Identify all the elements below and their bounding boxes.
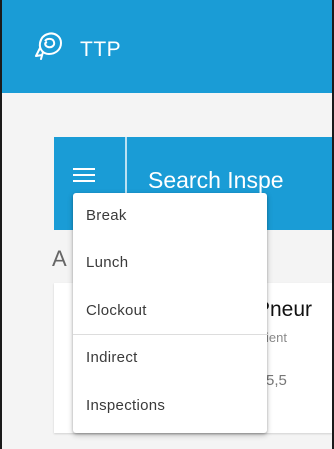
menu-item-clockout[interactable]: Clockout xyxy=(73,288,267,334)
app-header: TTP xyxy=(2,0,332,93)
card-value: 5,5 xyxy=(266,372,287,389)
menu-item-inspections[interactable]: Inspections xyxy=(73,383,267,429)
menu-item-indirect[interactable]: Indirect xyxy=(73,335,267,381)
card-subtitle: ient xyxy=(266,330,287,345)
hamburger-menu-icon xyxy=(73,168,95,186)
section-heading: A xyxy=(52,246,67,271)
app-screen: TTP Search Inspe A Pneur ient 5,5 Break … xyxy=(0,0,334,449)
rose-logo-icon xyxy=(35,32,63,60)
menu-item-lunch[interactable]: Lunch xyxy=(73,240,267,286)
search-inspections-field[interactable]: Search Inspe xyxy=(148,167,284,194)
status-dropdown-menu: Break Lunch Clockout Indirect Inspection… xyxy=(73,193,267,433)
frame-border-left xyxy=(0,0,2,449)
app-title: TTP xyxy=(80,38,122,61)
menu-item-break[interactable]: Break xyxy=(73,193,267,239)
